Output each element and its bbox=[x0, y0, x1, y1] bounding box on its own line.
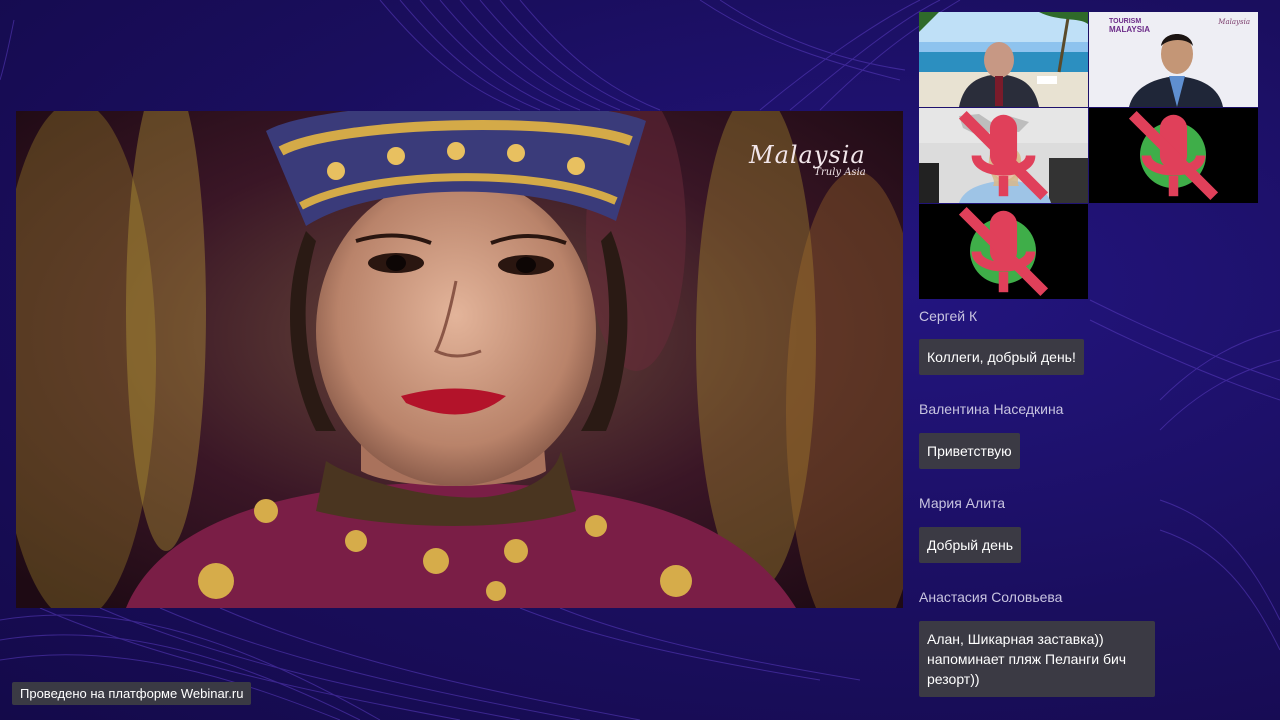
video-frame-dancer bbox=[16, 111, 903, 608]
chat-message-author: Анастасия Соловьева bbox=[919, 589, 1063, 605]
main-video-stream[interactable]: Malaysia Truly Asia bbox=[16, 111, 903, 608]
chat-message-bubble: Добрый день bbox=[919, 527, 1021, 563]
brand-logo-main: Malaysia bbox=[749, 141, 866, 169]
malaysia-truly-asia-logo: Malaysia Truly Asia bbox=[749, 141, 866, 178]
malaysia-logo-small: Malaysia bbox=[1218, 18, 1250, 26]
platform-badge[interactable]: Проведено на платформе Webinar.ru bbox=[12, 682, 252, 705]
tourism-logo-line2: MALAYSIA bbox=[1109, 25, 1151, 34]
chat-message-author: Сергей К bbox=[919, 308, 978, 324]
chat-message-author: Мария Алита bbox=[919, 495, 1006, 511]
chat-message-bubble: Алан, Шикарная заставка)) напоминает пля… bbox=[919, 621, 1155, 697]
participant-video-1 bbox=[919, 12, 1088, 107]
participant-tile-2[interactable]: TOURISM MALAYSIA Malaysia bbox=[1089, 12, 1258, 107]
participant-tile-5[interactable]: А bbox=[919, 204, 1088, 299]
participant-tile-3[interactable] bbox=[919, 108, 1088, 203]
participant-tile-1[interactable] bbox=[919, 12, 1088, 107]
muted-mic-icon bbox=[958, 206, 1049, 297]
chat-message-bubble: Приветствую bbox=[919, 433, 1020, 469]
webinar-room: Malaysia Truly Asia TOURISM MALAYSIA Mal… bbox=[0, 0, 1280, 720]
chat-message-author: Валентина Наседкина bbox=[919, 401, 1064, 417]
chat-message-bubble: Коллеги, добрый день! bbox=[919, 339, 1084, 375]
participant-tile-4[interactable]: Н bbox=[1089, 108, 1258, 203]
chat-panel[interactable]: Сергей К Коллеги, добрый день! Валентина… bbox=[919, 300, 1259, 720]
muted-mic-icon bbox=[958, 110, 1049, 201]
tourism-malaysia-logo: TOURISM MALAYSIA bbox=[1109, 18, 1150, 34]
muted-mic-icon bbox=[1128, 110, 1219, 201]
